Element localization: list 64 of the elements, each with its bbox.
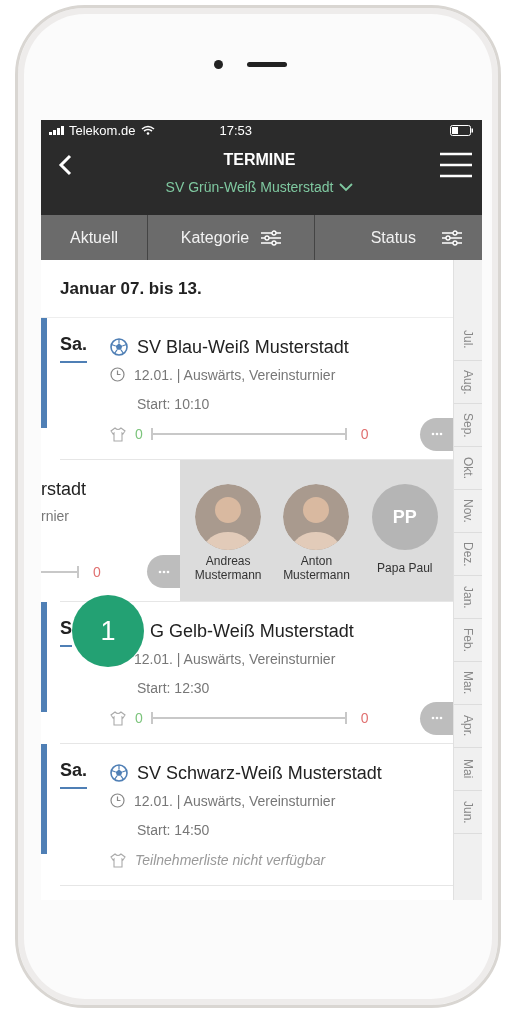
speaker-icon: [247, 61, 287, 67]
start-time: Start: 14:50: [137, 821, 210, 838]
accept-count: 0: [135, 426, 143, 442]
clock-icon: [110, 367, 125, 382]
month-tab[interactable]: Jun.: [454, 791, 482, 834]
month-tab[interactable]: Nov.: [454, 490, 482, 533]
event-title: rstadt: [41, 478, 88, 501]
event-info: 12.01. | Auswärts, Vereinsturnier: [134, 366, 336, 383]
event-info: 12.01. | Auswärts, Vereinsturnier: [134, 792, 336, 809]
sliders-icon[interactable]: [442, 229, 462, 246]
month-tab[interactable]: Feb.: [454, 619, 482, 662]
battery-icon: [450, 124, 474, 136]
participant-name: Papa Paul: [377, 559, 433, 577]
accept-count: 0: [135, 710, 143, 726]
carrier-name: Telekom.de: [69, 122, 136, 138]
filter-tab[interactable]: Status: [315, 215, 482, 260]
more-button[interactable]: [420, 701, 453, 735]
more-button[interactable]: [147, 555, 180, 588]
participation-bar: [41, 564, 79, 579]
chevron-down-icon[interactable]: [339, 182, 354, 192]
participant-list-note: Teilnehmerliste nicht verfügbar: [135, 852, 326, 868]
month-tab[interactable]: Dez.: [454, 533, 482, 576]
decline-count: 0: [360, 426, 369, 442]
avatar-initials[interactable]: PP: [371, 484, 438, 550]
camera-icon: [214, 59, 223, 69]
month-tab[interactable]: Sep.: [454, 404, 482, 447]
filter-tab[interactable]: Kategorie: [148, 215, 315, 260]
ellipsis-icon[interactable]: [157, 569, 170, 574]
month-tab[interactable]: Jul.: [454, 318, 482, 361]
participant-name: Andreas Mustermann: [193, 553, 263, 583]
start-time: Start: 12:30: [137, 679, 210, 696]
clock-time: 17:53: [219, 122, 254, 138]
event-title: G Gelb-Weiß Musterstadt: [150, 620, 354, 642]
event-info: 12.01. | Auswärts, Vereinsturnier: [134, 650, 336, 667]
ellipsis-icon[interactable]: [430, 716, 443, 720]
month-tab[interactable]: Jan.: [454, 576, 482, 619]
shirt-icon: [110, 426, 126, 442]
decline-count: 0: [360, 710, 369, 726]
menu-button[interactable]: [440, 152, 472, 178]
event-day: Sa.: [60, 334, 88, 363]
club-selector[interactable]: SV Grün-Weiß Musterstadt: [165, 179, 354, 195]
start-time: Start: 10:10: [137, 395, 210, 412]
participant-name: Anton Mustermann: [282, 553, 351, 583]
event-title: SV Schwarz-Weiß Musterstadt: [137, 762, 382, 784]
filter-tab[interactable]: Aktuell: [41, 215, 148, 260]
more-button[interactable]: [420, 417, 453, 451]
event-day: Sa.: [60, 760, 88, 789]
event-info: rnier: [41, 507, 70, 526]
shirt-icon: [110, 852, 126, 868]
month-tab[interactable]: Mai: [454, 748, 482, 791]
month-tab[interactable]: Mar.: [454, 662, 482, 705]
clock-icon: [110, 793, 125, 808]
event-title: SV Blau-Weiß Musterstadt: [137, 336, 349, 358]
month-tab[interactable]: Aug.: [454, 361, 482, 404]
signal-icon: [49, 125, 65, 135]
shirt-icon: [110, 710, 126, 726]
back-icon[interactable]: [58, 154, 72, 176]
wifi-icon: [141, 125, 156, 135]
page-title: TERMINE: [223, 151, 296, 169]
sliders-icon[interactable]: [261, 229, 282, 246]
month-tab[interactable]: Okt.: [454, 447, 482, 490]
month-tab[interactable]: Apr.: [454, 705, 482, 748]
ellipsis-icon[interactable]: [430, 432, 443, 436]
decline-count: 0: [93, 563, 101, 580]
